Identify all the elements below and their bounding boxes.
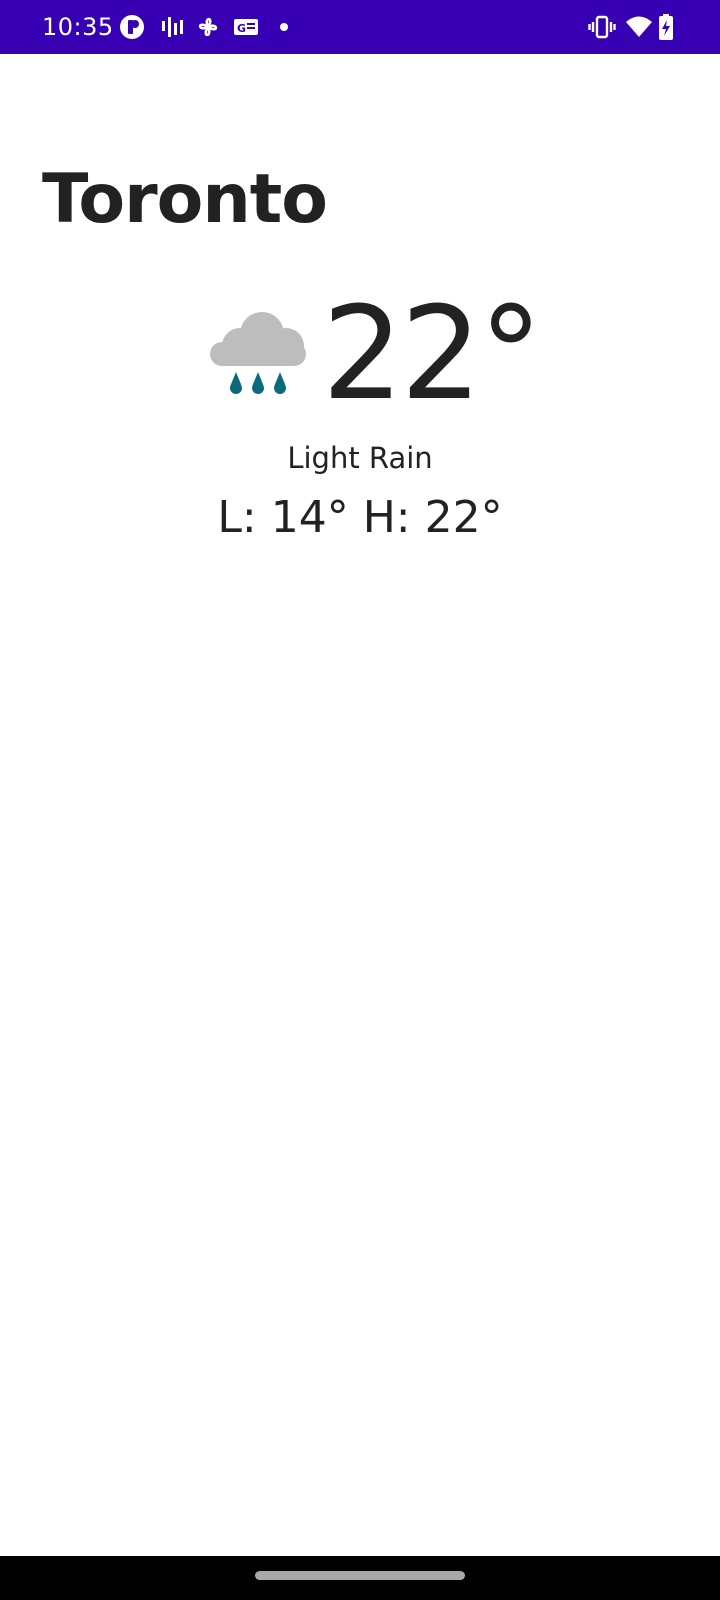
current-temperature: 22°	[322, 280, 543, 429]
current-weather: 22°	[0, 290, 720, 420]
pinwheel-icon	[194, 13, 222, 41]
app-notification-icon	[118, 13, 146, 41]
high-value: 22°	[424, 492, 503, 543]
vibrate-icon	[588, 13, 616, 41]
dot-icon	[270, 13, 298, 41]
low-label: L:	[217, 492, 257, 543]
signal-bars-icon	[158, 13, 186, 41]
light-rain-icon	[210, 308, 310, 400]
city-name: Toronto	[42, 160, 328, 239]
wifi-icon	[625, 13, 653, 41]
status-time: 10:35	[42, 13, 114, 41]
translate-icon: G	[232, 13, 260, 41]
weather-screen: 10:35 G Toronto 22° Light Rain L: 14° H:…	[0, 0, 720, 1600]
high-label: H:	[362, 492, 411, 543]
navigation-bar	[0, 1556, 720, 1600]
low-high-temperatures: L: 14° H: 22°	[0, 490, 720, 546]
battery-charging-icon	[656, 13, 676, 41]
low-value: 14°	[270, 492, 349, 543]
svg-text:G: G	[237, 22, 246, 35]
home-gesture-handle[interactable]	[255, 1571, 465, 1580]
weather-condition: Light Rain	[287, 441, 433, 475]
status-bar: 10:35 G	[0, 0, 720, 54]
